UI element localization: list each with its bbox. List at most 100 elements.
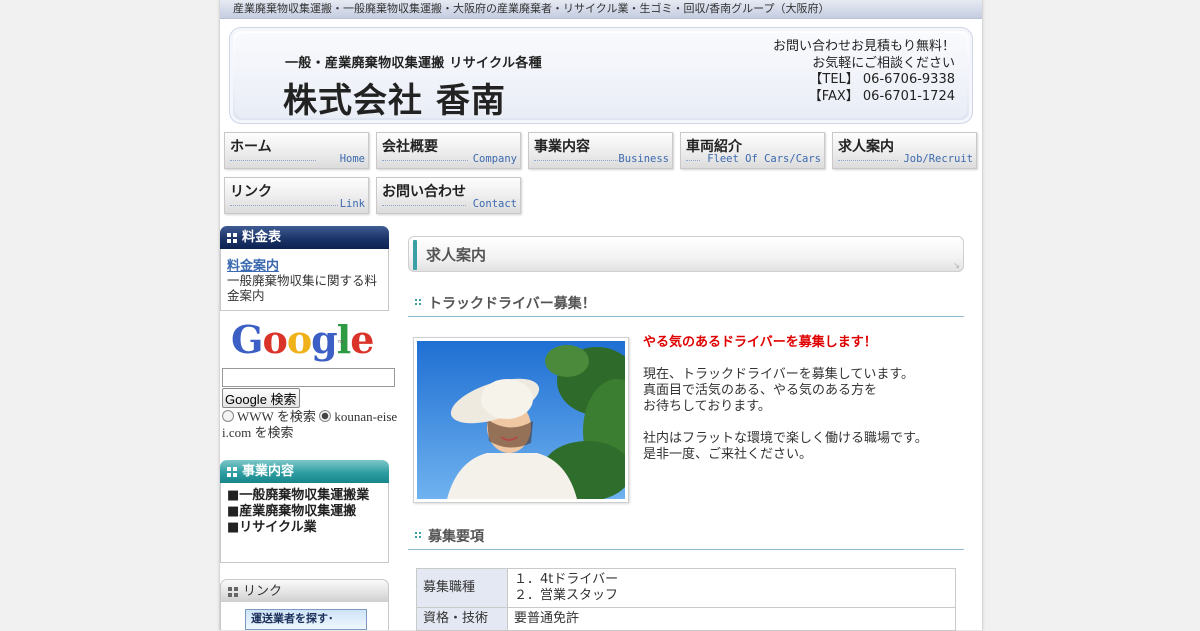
requirements-table: 募集職種 １．4tドライバー ２．営業スタッフ 資格・技術 要普通免許	[416, 568, 956, 631]
recruit-paragraph-2: 社内はフラットな環境で楽しく働ける職場です。 是非一度、ご来社ください。	[643, 431, 973, 463]
corner-arrow-icon: ↘	[953, 261, 960, 270]
google-search-input[interactable]	[222, 368, 395, 387]
table-row: 募集職種 １．4tドライバー ２．営業スタッフ	[416, 568, 956, 608]
business-section-heading: 事業内容	[220, 460, 389, 483]
nav-company-button[interactable]: 会社概要 Company	[376, 132, 521, 169]
business-item: ■リサイクル業	[227, 520, 317, 535]
recruit-photo-frame	[413, 337, 651, 503]
google-logo-g2: g	[311, 317, 338, 362]
recruit-headline: やる気のあるドライバーを募集します！	[643, 335, 877, 350]
contact-line-consult: お気軽にご相談ください	[812, 55, 955, 71]
nav-dotted-line	[838, 160, 898, 161]
nav-link-button[interactable]: リンク Link	[224, 177, 369, 214]
table-value-cell: １．4tドライバー ２．営業スタッフ	[507, 568, 956, 608]
business-heading-label: 事業内容	[242, 464, 295, 479]
nav-label: リンク	[230, 184, 272, 200]
nav-sublabel: Home	[339, 153, 365, 165]
google-logo: Google ™	[231, 317, 374, 362]
nav-label: 求人案内	[838, 139, 894, 155]
nav-sublabel: Link	[339, 198, 365, 210]
nav-dotted-line	[230, 160, 316, 161]
header-panel: 一般・産業廃棄物収集運搬 リサイクル各種 株式会社 香南 お問い合わせお見積もり…	[235, 33, 967, 121]
nav-business-button[interactable]: 事業内容 Business	[528, 132, 673, 169]
value-line: ２．営業スタッフ	[514, 588, 619, 603]
links-heading-label: リンク	[243, 584, 283, 599]
section-heading-text: 募集要項	[428, 529, 484, 545]
nav-dotted-line	[534, 160, 620, 161]
price-description: 一般廃棄物収集に関する料金案内	[227, 273, 378, 303]
price-box: 料金案内 一般廃棄物収集に関する料金案内	[220, 249, 389, 311]
nav-dotted-line	[382, 160, 468, 161]
google-logo-g: G	[231, 317, 263, 362]
price-section-heading: 料金表	[220, 226, 389, 249]
transport-search-banner[interactable]: 運送業者を探す･	[245, 609, 367, 630]
text-line: お待ちしております。	[643, 399, 771, 414]
contact-line-free: お問い合わせお見積もり無料！	[772, 39, 955, 54]
radio-site[interactable]	[319, 410, 332, 422]
site-header: 一般・産業廃棄物収集運搬 リサイクル各種 株式会社 香南 お問い合わせお見積もり…	[229, 27, 973, 124]
contact-fax: 【FAX】 06-6701-1724	[808, 88, 955, 104]
section-heading-driver: トラックドライバー募集！	[408, 292, 964, 317]
nav-sublabel: Contact	[472, 198, 517, 210]
page-title: 求人案内	[426, 246, 487, 264]
section-heading-requirements: 募集要項	[408, 525, 964, 550]
nav-dotted-line	[686, 160, 700, 161]
title-accent-bar	[413, 240, 417, 270]
nav-sublabel: Company	[472, 153, 517, 165]
business-list: ■一般廃棄物収集運搬業 ■産業廃棄物収集運搬 ■リサイクル業	[227, 488, 369, 536]
text-line: 社内はフラットな環境で楽しく働ける職場です。	[643, 431, 928, 446]
google-tm: ™	[337, 340, 344, 347]
google-logo-o2: o	[286, 317, 312, 362]
price-heading-label: 料金表	[242, 230, 282, 245]
grid-bullet-icon	[227, 467, 237, 477]
top-description-bar: 産業廃棄物収集運搬・一般廃棄物収集運搬・大阪府の産業廃棄者・リサイクル業・生ゴミ…	[220, 0, 982, 19]
nav-sublabel: Fleet Of Cars/Cars	[707, 153, 821, 165]
google-search-options: WWW を検索 kounan-eisei.com を検索	[222, 409, 398, 441]
links-section-heading: リンク	[220, 579, 389, 602]
table-key-cell: 資格・技術	[416, 607, 508, 631]
business-item: ■産業廃棄物収集運搬	[227, 504, 357, 519]
text-line: 真面目で活気のある、やる気のある方を	[643, 383, 878, 398]
google-logo-o1: o	[262, 317, 287, 362]
nav-label: 事業内容	[534, 139, 590, 155]
woman-smiling-photo	[417, 341, 651, 501]
dots-bullet-icon	[415, 299, 421, 307]
business-item: ■一般廃棄物収集運搬業	[227, 488, 370, 503]
nav-recruit-button[interactable]: 求人案内 Job/Recruit	[832, 132, 977, 169]
value-line: １．4tドライバー	[514, 572, 619, 587]
nav-label: ホーム	[230, 139, 272, 155]
grid-bullet-icon	[227, 233, 237, 243]
header-tagline: 一般・産業廃棄物収集運搬 リサイクル各種	[285, 56, 542, 71]
business-box: ■一般廃棄物収集運搬業 ■産業廃棄物収集運搬 ■リサイクル業	[220, 483, 389, 563]
text-line: 是非一度、ご来社ください。	[643, 447, 813, 462]
nav-fleet-button[interactable]: 車両紹介 Fleet Of Cars/Cars	[680, 132, 825, 169]
nav-dotted-line	[382, 205, 466, 206]
google-logo-e: e	[350, 317, 374, 362]
nav-contact-button[interactable]: お問い合わせ Contact	[376, 177, 521, 214]
links-box: 運送業者を探す･	[220, 602, 389, 630]
price-link[interactable]: 料金案内	[227, 255, 279, 274]
recruit-paragraph-1: 現在、トラックドライバーを募集しています。 真面目で活気のある、やる気のある方を…	[643, 367, 973, 415]
table-value-cell: 要普通免許	[507, 607, 956, 631]
nav-sublabel: Business	[618, 153, 669, 165]
dots-bullet-icon	[415, 532, 421, 540]
text-line: 現在、トラックドライバーを募集しています。	[643, 367, 915, 382]
nav-sublabel: Job/Recruit	[903, 153, 973, 165]
table-row: 資格・技術 要普通免許	[416, 607, 956, 631]
company-logo-text[interactable]: 株式会社 香南	[283, 73, 506, 122]
grid-bullet-icon	[228, 587, 238, 597]
nav-dotted-line	[230, 205, 338, 206]
page-container: 産業廃棄物収集運搬・一般廃棄物収集運搬・大阪府の産業廃棄者・リサイクル業・生ゴミ…	[219, 0, 983, 631]
section-heading-text: トラックドライバー募集！	[428, 296, 596, 312]
header-contact: お問い合わせお見積もり無料！ お気軽にご相談ください 【TEL】 06-6706…	[773, 39, 955, 105]
recruit-text-block: やる気のあるドライバーを募集します！ 現在、トラックドライバーを募集しています。…	[643, 335, 973, 463]
contact-tel: 【TEL】 06-6706-9338	[809, 72, 955, 87]
google-search-button[interactable]: Google 検索	[222, 388, 300, 408]
nav-label: お問い合わせ	[382, 184, 466, 200]
table-key-cell: 募集職種	[416, 568, 508, 608]
nav-label: 会社概要	[382, 139, 438, 155]
radio-www[interactable]	[222, 410, 234, 422]
value-line: 要普通免許	[514, 611, 580, 626]
radio-www-label: WWW を検索	[237, 409, 316, 424]
nav-home-button[interactable]: ホーム Home	[224, 132, 369, 169]
